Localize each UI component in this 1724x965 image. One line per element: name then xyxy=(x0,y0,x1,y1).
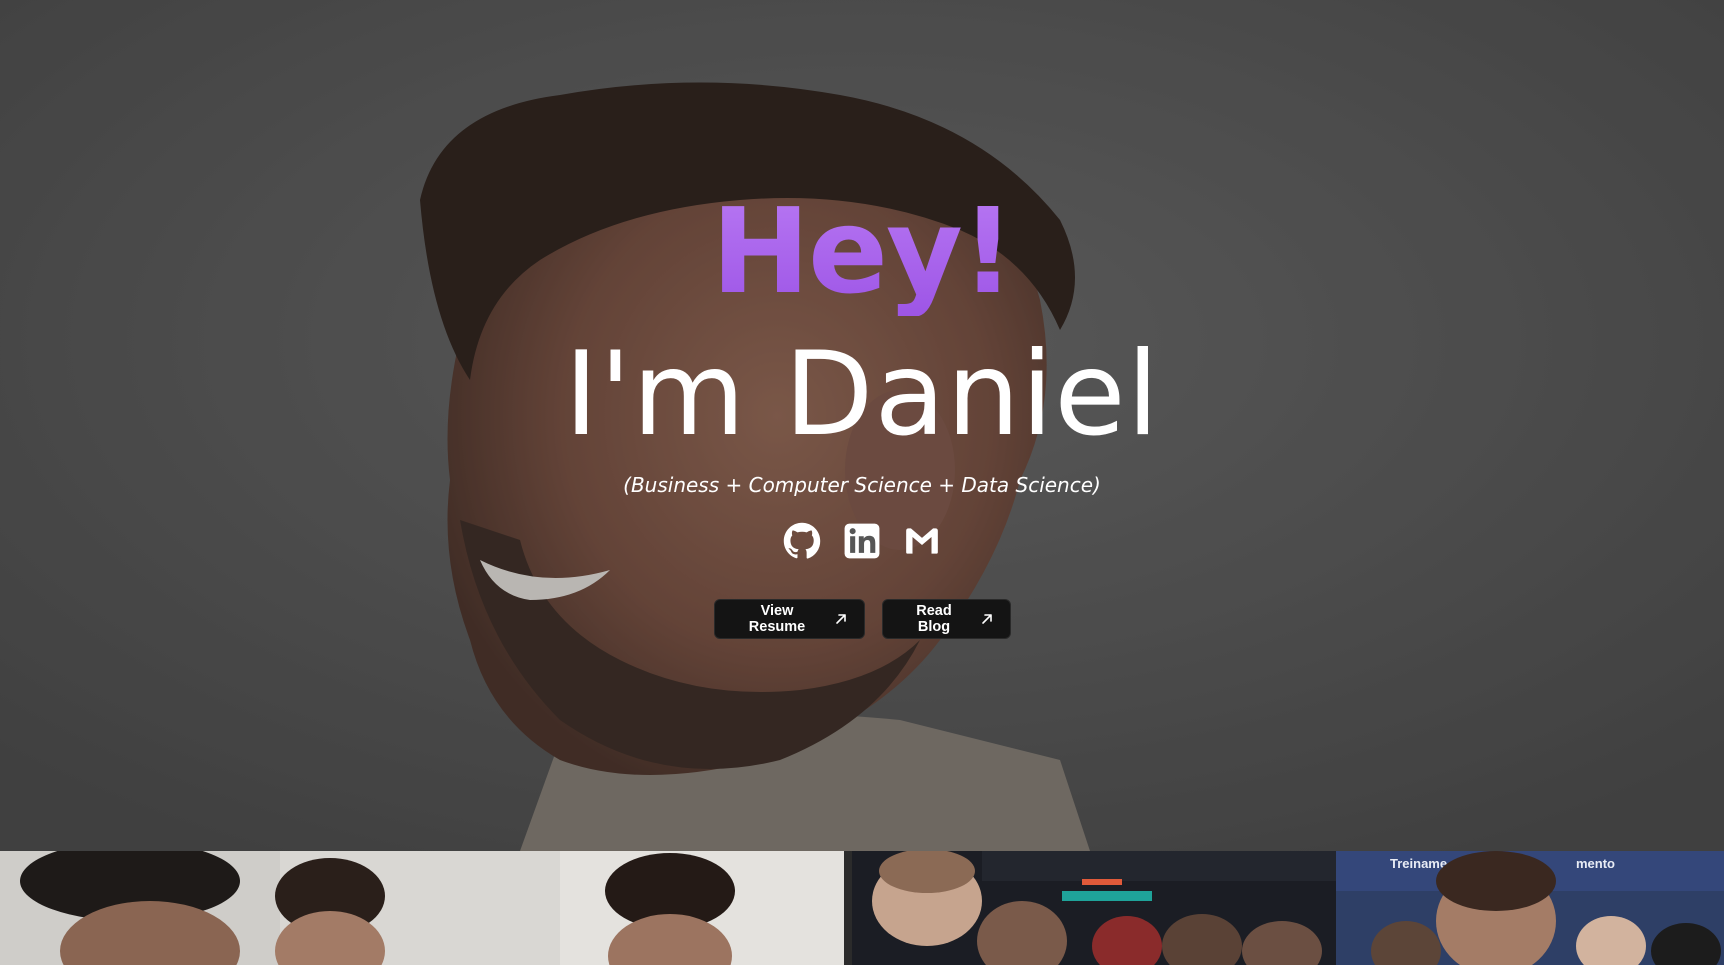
booth-banner-text-1: Treiname xyxy=(1390,856,1447,871)
read-blog-label: Read Blog xyxy=(916,603,952,635)
gmail-icon xyxy=(906,528,938,554)
hero-section: Hey! I'm Daniel (Business + Computer Sci… xyxy=(0,0,1724,851)
linkedin-icon xyxy=(844,523,880,559)
name-heading: I'm Daniel xyxy=(564,327,1160,462)
booth-banner-text-2: mento xyxy=(1576,856,1615,871)
arrow-up-right-icon xyxy=(834,612,848,626)
gallery-divider xyxy=(844,851,852,965)
page: Hey! I'm Daniel (Business + Computer Sci… xyxy=(0,0,1724,965)
view-resume-button[interactable]: View Resume xyxy=(713,599,865,639)
gallery-photo-event xyxy=(852,851,1336,965)
linkedin-link[interactable] xyxy=(843,522,881,560)
photo-gallery: Treiname mento xyxy=(0,851,1724,965)
tagline: (Business + Computer Science + Data Scie… xyxy=(623,473,1101,497)
greeting-heading: Hey! xyxy=(0,186,1724,316)
cta-buttons: View Resume Read Blog xyxy=(0,599,1724,639)
gallery-photo-team xyxy=(0,851,844,965)
hero-content: Hey! I'm Daniel (Business + Computer Sci… xyxy=(0,0,1724,851)
view-resume-label: View Resume xyxy=(748,603,806,635)
read-blog-button[interactable]: Read Blog xyxy=(881,599,1011,639)
arrow-up-right-icon xyxy=(980,612,994,626)
gmail-link[interactable] xyxy=(903,522,941,560)
github-icon xyxy=(783,522,821,559)
github-link[interactable] xyxy=(783,522,821,560)
social-links xyxy=(0,522,1724,562)
gallery-photo-booth: Treiname mento xyxy=(1336,851,1724,965)
